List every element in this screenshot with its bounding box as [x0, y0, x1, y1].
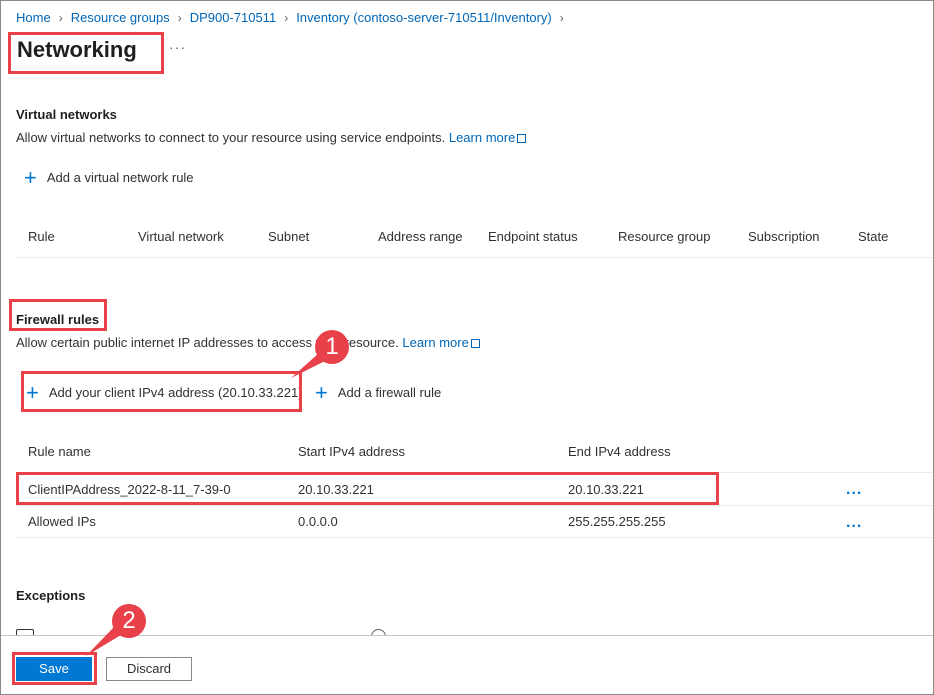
row1-more-icon[interactable]: ... [846, 481, 862, 499]
row1-start-ip[interactable]: 20.10.33.221 [298, 482, 374, 497]
add-client-ip-label: Add your client IPv4 address (20.10.33.2… [48, 385, 303, 400]
col-resource-group: Resource group [618, 229, 711, 244]
callout-pointer [86, 627, 121, 656]
row2-rule-name[interactable]: Allowed IPs [28, 514, 96, 529]
breadcrumb-inventory[interactable]: Inventory (contoso-server-710511/Invento… [296, 10, 552, 25]
chevron-right-icon: › [58, 10, 63, 25]
add-virtual-network-rule-button[interactable]: + Add a virtual network rule [24, 164, 194, 190]
col-address-range: Address range [378, 229, 463, 244]
col-end-ipv4: End IPv4 address [568, 444, 671, 459]
col-virtual-network: Virtual network [138, 229, 224, 244]
divider [16, 537, 933, 538]
discard-button[interactable]: Discard [106, 657, 192, 681]
col-subscription: Subscription [748, 229, 820, 244]
page-title: Networking [17, 37, 137, 62]
firewall-description: Allow certain public internet IP address… [16, 335, 480, 350]
breadcrumb-home[interactable]: Home [16, 10, 51, 25]
add-firewall-rule-button[interactable]: + Add a firewall rule [315, 379, 442, 405]
external-link-icon [517, 134, 527, 143]
add-firewall-rule-label: Add a firewall rule [337, 385, 442, 400]
breadcrumb-resource-group[interactable]: DP900-710511 [190, 10, 277, 25]
add-client-ip-button[interactable]: + Add your client IPv4 address (20.10.33… [26, 379, 303, 405]
virtual-networks-learn-more-link[interactable]: Learn more [449, 130, 527, 145]
firewall-learn-more-link[interactable]: Learn more [402, 335, 480, 350]
external-link-icon [470, 339, 480, 348]
save-button[interactable]: Save [16, 657, 92, 681]
exceptions-heading: Exceptions [16, 588, 86, 603]
col-endpoint-status: Endpoint status [488, 229, 578, 244]
breadcrumb: Home › Resource groups › DP900-710511 › … [16, 10, 572, 25]
virtual-networks-description-text: Allow virtual networks to connect to you… [16, 130, 446, 145]
callout-pointer [291, 353, 325, 378]
row2-more-icon[interactable]: ... [846, 514, 862, 532]
col-rule: Rule [28, 229, 55, 244]
row2-end-ip[interactable]: 255.255.255.255 [568, 514, 666, 529]
col-state: State [858, 229, 889, 244]
divider [16, 505, 933, 506]
firewall-rules-heading: Firewall rules [16, 312, 100, 327]
row1-end-ip[interactable]: 20.10.33.221 [568, 482, 644, 497]
add-virtual-network-rule-label: Add a virtual network rule [46, 170, 194, 185]
col-subnet: Subnet [268, 229, 310, 244]
col-start-ipv4: Start IPv4 address [298, 444, 405, 459]
more-options-icon[interactable]: ··· [169, 39, 186, 55]
divider [16, 472, 933, 473]
row1-rule-name[interactable]: ClientIPAddress_2022-8-11_7-39-0 [28, 482, 231, 497]
virtual-networks-heading: Virtual networks [16, 107, 117, 122]
plus-icon: + [24, 164, 37, 190]
col-rule-name: Rule name [28, 444, 91, 459]
breadcrumb-resource-groups[interactable]: Resource groups [71, 10, 170, 25]
plus-icon: + [315, 379, 328, 405]
networking-page: Home › Resource groups › DP900-710511 › … [0, 0, 934, 695]
virtual-networks-description: Allow virtual networks to connect to you… [16, 130, 527, 145]
plus-icon: + [26, 379, 39, 405]
chevron-right-icon: › [177, 10, 182, 25]
chevron-right-icon: › [284, 10, 289, 25]
row2-start-ip[interactable]: 0.0.0.0 [298, 514, 338, 529]
divider [16, 257, 933, 258]
chevron-right-icon: › [559, 10, 564, 25]
